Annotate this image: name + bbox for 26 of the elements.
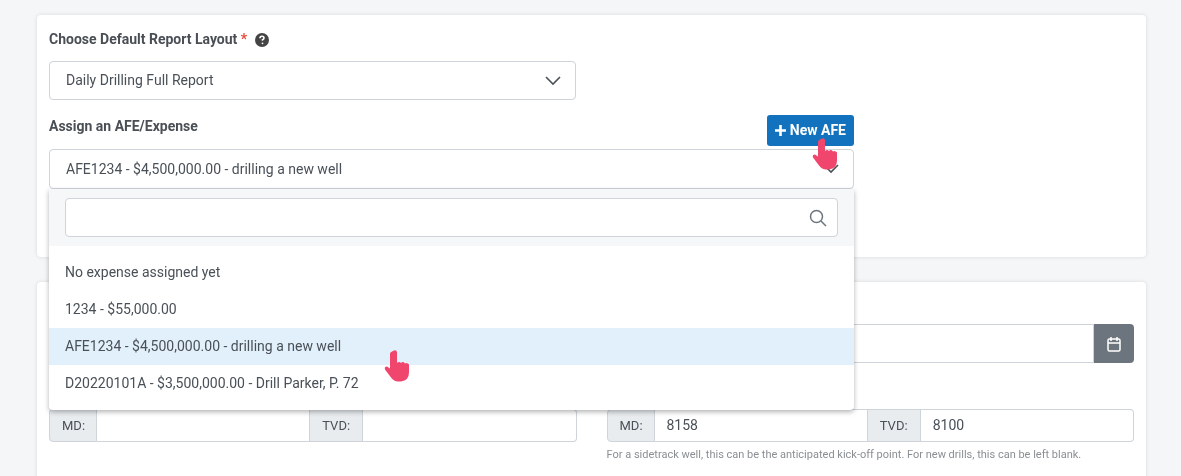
md-label: MD: xyxy=(49,409,97,442)
search-field[interactable] xyxy=(65,198,838,237)
field-label: Assign an AFE/Expense xyxy=(49,117,198,136)
plus-icon xyxy=(774,125,786,136)
field-label: Choose Default Report Layout * xyxy=(49,30,248,49)
tvd-input[interactable]: 8100 xyxy=(920,409,1134,442)
dropdown-option[interactable]: 1234 - $55,000.00 xyxy=(49,291,854,328)
hand-cursor-icon xyxy=(384,349,412,385)
tvd-label: TVD: xyxy=(309,409,364,442)
report-layout-select[interactable]: Daily Drilling Full Report xyxy=(49,61,576,100)
tvd-label: TVD: xyxy=(866,409,921,442)
tvd-input[interactable] xyxy=(363,409,577,442)
chevron-down-icon xyxy=(545,75,561,86)
search-icon xyxy=(809,208,827,227)
dropdown-option[interactable]: No expense assigned yet xyxy=(49,254,854,291)
dropdown-option[interactable]: D20220101A - $3,500,000.00 - Drill Parker, P. 72 xyxy=(49,365,854,402)
calendar-button[interactable] xyxy=(1094,324,1134,363)
md-input[interactable]: 8158 xyxy=(654,409,867,442)
afe-select[interactable]: AFE1234 - $4,500,000.00 - drilling a new well xyxy=(49,149,854,189)
hand-cursor-icon xyxy=(812,137,840,173)
dropdown-option[interactable]: AFE1234 - $4,500,000.00 - drilling a new well xyxy=(49,328,854,365)
help-text: For a sidetrack well, this can be the anticipated kick-off point. For new drills, this can be left blank. xyxy=(606,447,1083,463)
md-label: MD: xyxy=(606,409,655,442)
new-afe-button[interactable]: New AFE xyxy=(766,115,854,146)
help-icon[interactable] xyxy=(255,32,270,47)
calendar-icon xyxy=(1107,335,1121,352)
